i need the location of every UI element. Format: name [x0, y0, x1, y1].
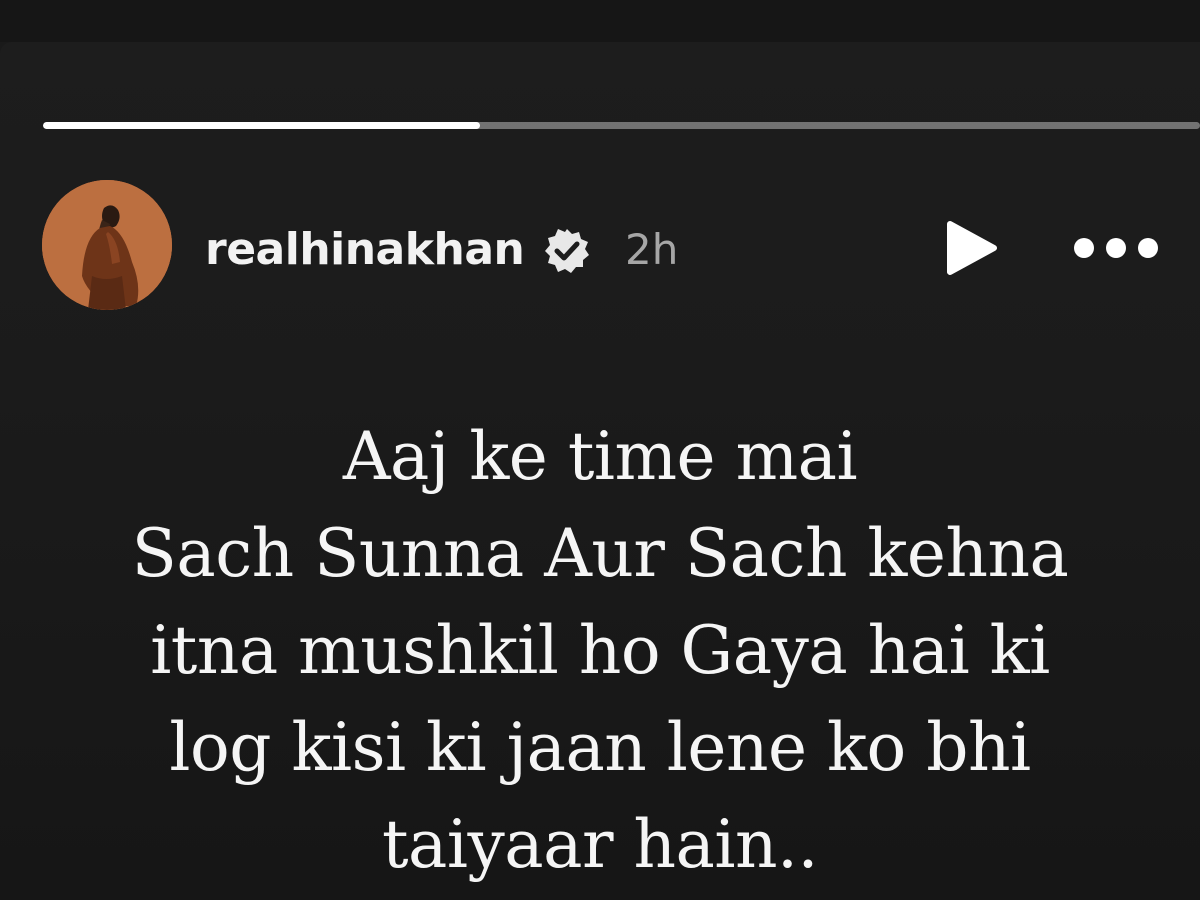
story-text-line: taiyaar hain.. — [382, 806, 818, 883]
story-text: Aaj ke time mai Sach Sunna Aur Sach kehn… — [0, 408, 1200, 893]
avatar[interactable] — [42, 180, 172, 310]
story-text-line: itna mushkil ho Gaya hai ki — [150, 612, 1050, 689]
post-time: 2h — [625, 225, 679, 274]
verified-badge-icon — [545, 229, 589, 273]
username[interactable]: realhinakhan — [205, 222, 525, 278]
more-horizontal-icon — [1074, 238, 1158, 258]
story-text-line: log kisi ki jaan lene ko bhi — [169, 709, 1031, 786]
play-icon — [947, 221, 997, 275]
story-text-line: Sach Sunna Aur Sach kehna — [131, 515, 1069, 592]
story-progress-fill — [43, 122, 481, 129]
top-band — [0, 0, 1200, 42]
play-button[interactable] — [938, 216, 1002, 280]
avatar-photo — [42, 180, 172, 310]
story-text-line: Aaj ke time mai — [342, 418, 858, 495]
story-progress-bar — [43, 122, 1200, 129]
more-options-button[interactable] — [1070, 224, 1162, 272]
story-header: realhinakhan 2h — [42, 180, 1172, 310]
